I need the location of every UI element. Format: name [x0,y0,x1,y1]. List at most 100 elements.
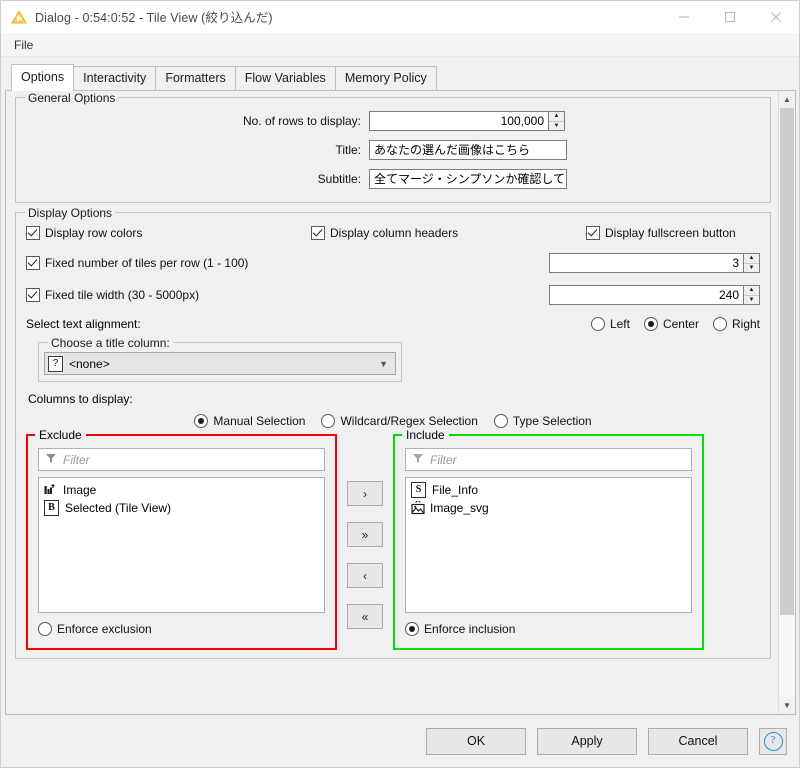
filter-funnel-icon [45,452,57,467]
tiles-per-row-input[interactable]: 3 [549,253,743,273]
include-filter-placeholder: Filter [430,452,457,467]
tab-formatters[interactable]: Formatters [155,66,236,91]
stepper-up-icon[interactable]: ▲ [744,254,759,264]
checkbox-fixed-tiles-per-row[interactable]: Fixed number of tiles per row (1 - 100) [26,256,248,270]
title-column-value: <none> [69,356,110,371]
ok-button[interactable]: OK [426,727,526,755]
cancel-button[interactable]: Cancel [648,727,748,755]
close-button[interactable] [753,1,799,32]
remove-all-button[interactable]: « [347,604,383,629]
radio-enforce-inclusion[interactable]: Enforce inclusion [405,622,515,636]
window-title: Dialog - 0:54:0:52 - Tile View (絞り込んだ) [35,11,273,25]
checkbox-display-row-colors[interactable]: Display row colors [26,226,311,240]
checkbox-icon[interactable] [586,226,600,240]
tab-strip: Options Interactivity Formatters Flow Va… [1,57,799,91]
exclude-list[interactable]: Image B Selected (Tile View) [38,477,325,613]
rows-to-display-stepper[interactable]: 100,000 ▲ ▼ [369,111,565,131]
list-item[interactable]: B Selected (Tile View) [41,499,322,517]
subtitle-label: Subtitle: [317,172,361,186]
knime-triangle-icon [11,9,27,25]
tiles-per-row-stepper[interactable]: 3 ▲ ▼ [549,253,760,273]
radio-icon[interactable] [321,414,336,428]
options-panel: General Options No. of rows to display: … [6,91,778,714]
exclude-filter-input[interactable]: Filter [38,448,325,471]
tab-interactivity[interactable]: Interactivity [73,66,157,91]
radio-enforce-exclusion[interactable]: Enforce exclusion [38,622,152,636]
title-label: Title: [335,143,361,157]
vertical-scrollbar[interactable]: ▲ ▼ [778,91,795,714]
checkbox-icon[interactable] [26,226,40,240]
stepper-up-icon[interactable]: ▲ [744,286,759,296]
tab-memory-policy[interactable]: Memory Policy [334,66,437,91]
remove-selected-button[interactable]: ‹ [347,563,383,588]
title-bar: Dialog - 0:54:0:52 - Tile View (絞り込んだ) [1,1,799,33]
exclude-legend: Exclude [35,428,86,442]
checkbox-fixed-tile-width[interactable]: Fixed tile width (30 - 5000px) [26,288,199,302]
title-column-legend: Choose a title column: [48,336,173,350]
list-item[interactable]: S File_Info [408,481,689,499]
radio-icon[interactable] [194,414,209,428]
display-options-legend: Display Options [25,206,116,220]
radio-align-left[interactable]: Left [590,317,630,331]
stepper-up-icon[interactable]: ▲ [549,112,564,122]
include-filter-input[interactable]: Filter [405,448,692,471]
apply-button[interactable]: Apply [537,727,637,755]
list-item[interactable]: Image [41,481,322,499]
tile-width-input[interactable]: 240 [549,285,743,305]
scrollbar-thumb[interactable] [780,108,794,615]
checkbox-icon[interactable] [311,226,325,240]
rows-stepper-buttons[interactable]: ▲ ▼ [548,111,565,131]
radio-wildcard-regex-selection[interactable]: Wildcard/Regex Selection [321,414,478,428]
include-pane: Include Filter S File_Info Image_svg Enf… [393,428,704,650]
width-stepper-buttons[interactable]: ▲ ▼ [743,285,760,305]
title-column-group: Choose a title column: ? <none> ▼ [38,336,402,382]
help-button[interactable]: ? [759,727,787,755]
checkbox-icon[interactable] [26,256,40,270]
radio-align-center[interactable]: Center [643,317,699,331]
radio-icon[interactable] [712,317,727,331]
title-input[interactable]: あなたの選んだ画像はこちら [369,140,567,160]
radio-type-selection[interactable]: Type Selection [493,414,592,428]
scroll-up-icon[interactable]: ▲ [779,91,795,108]
stepper-down-icon[interactable]: ▼ [744,296,759,305]
tiles-stepper-buttons[interactable]: ▲ ▼ [743,253,760,273]
stepper-down-icon[interactable]: ▼ [744,264,759,273]
checkbox-label: Fixed number of tiles per row (1 - 100) [45,256,249,270]
radio-label: Manual Selection [213,414,306,428]
scrollbar-track[interactable] [779,108,795,697]
list-item[interactable]: Image_svg [408,499,689,517]
checkbox-display-column-headers[interactable]: Display column headers [311,226,586,240]
fixed-tile-width-row: Fixed tile width (30 - 5000px) 240 ▲ ▼ [26,285,760,305]
rows-to-display-row: No. of rows to display: 100,000 ▲ ▼ [26,111,760,131]
display-options-group: Display Options Display row colors Displ… [15,206,771,659]
radio-icon[interactable] [493,414,508,428]
maximize-button[interactable] [707,1,753,32]
chevron-down-icon[interactable]: ▼ [379,359,392,369]
tile-width-stepper[interactable]: 240 ▲ ▼ [549,285,760,305]
rows-to-display-input[interactable]: 100,000 [369,111,548,131]
radio-icon[interactable] [38,622,52,636]
tab-options[interactable]: Options [11,64,75,91]
window-controls [661,1,799,32]
fixed-tiles-row: Fixed number of tiles per row (1 - 100) … [26,253,760,273]
title-column-dropdown[interactable]: ? <none> ▼ [44,352,396,375]
rows-to-display-label: No. of rows to display: [242,114,361,128]
add-selected-button[interactable]: › [347,481,383,506]
radio-icon[interactable] [405,622,419,636]
minimize-button[interactable] [661,1,707,32]
radio-icon[interactable] [643,317,658,331]
subtitle-input[interactable]: 全てマージ・シンプソンか確認してください [369,169,567,189]
list-item-label: Image [63,483,97,497]
add-all-button[interactable]: » [347,522,383,547]
help-icon: ? [763,731,783,751]
scroll-down-icon[interactable]: ▼ [779,697,795,714]
stepper-down-icon[interactable]: ▼ [549,122,564,131]
radio-align-right[interactable]: Right [712,317,760,331]
checkbox-icon[interactable] [26,288,40,302]
tab-flow-variables[interactable]: Flow Variables [234,66,336,91]
checkbox-display-fullscreen-button[interactable]: Display fullscreen button [586,226,736,240]
include-list[interactable]: S File_Info Image_svg [405,477,692,613]
radio-manual-selection[interactable]: Manual Selection [194,414,305,428]
radio-icon[interactable] [590,317,605,331]
menu-item-file[interactable]: File [7,36,40,54]
